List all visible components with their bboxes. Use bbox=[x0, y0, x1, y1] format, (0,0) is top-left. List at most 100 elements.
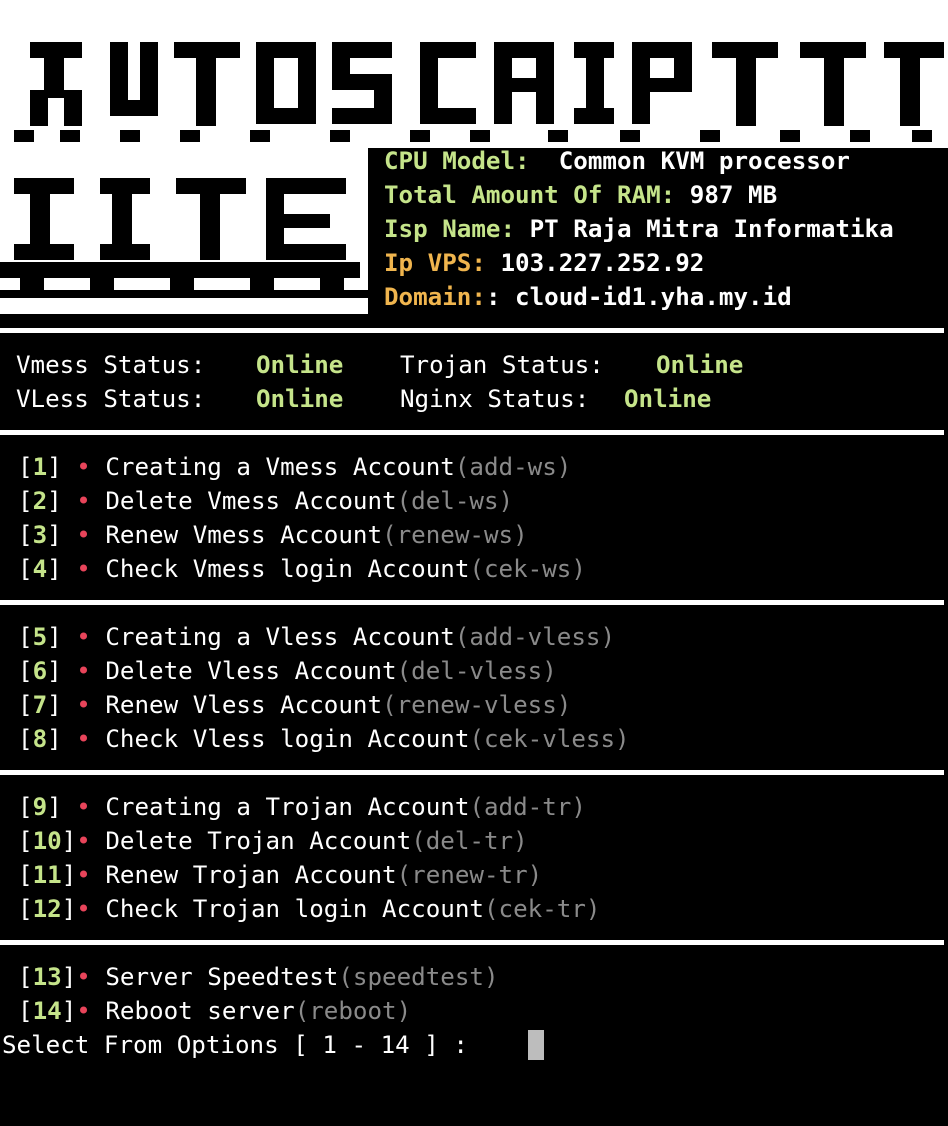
menu-label: Server Speedtest bbox=[105, 963, 339, 991]
cpu-model-row: CPU Model: Common KVM processor bbox=[384, 144, 850, 178]
vless-status-label: VLess Status: bbox=[16, 385, 206, 413]
domain-value: : cloud-id1.yha.my.id bbox=[485, 283, 792, 311]
bullet-icon: • bbox=[76, 895, 91, 923]
menu-item-13[interactable]: [13]• Server Speedtest(speedtest) bbox=[18, 960, 499, 994]
menu-label: Renew Vless Account bbox=[105, 691, 383, 719]
bullet-icon: • bbox=[76, 521, 91, 549]
menu-number: 4 bbox=[32, 555, 48, 583]
menu-command: (add-ws) bbox=[454, 453, 572, 481]
menu-item-10[interactable]: [10]• Delete Trojan Account(del-tr) bbox=[18, 824, 528, 858]
bullet-icon: • bbox=[76, 861, 91, 889]
nginx-status-label: Nginx Status: bbox=[400, 385, 590, 413]
menu-label: Check Vmess login Account bbox=[105, 555, 470, 583]
ram-label: Total Amount Of RAM: bbox=[384, 181, 676, 209]
menu-item-12[interactable]: [12]• Check Trojan login Account(cek-tr) bbox=[18, 892, 601, 926]
select-option-prompt: Select From Options [ 1 - 14 ] : bbox=[2, 1031, 483, 1059]
vmess-status-value: Online bbox=[256, 351, 344, 379]
menu-command: (add-tr) bbox=[469, 793, 586, 821]
menu-label: Check Trojan login Account bbox=[105, 895, 484, 923]
menu-item-9[interactable]: [9] • Creating a Trojan Account(add-tr) bbox=[18, 790, 586, 824]
menu-item-11[interactable]: [11]• Renew Trojan Account(renew-tr) bbox=[18, 858, 542, 892]
bullet-icon: • bbox=[76, 827, 91, 855]
menu-label: Renew Trojan Account bbox=[105, 861, 397, 889]
menu-command: (speedtest) bbox=[338, 963, 499, 991]
trojan-status-label: Trojan Status: bbox=[400, 351, 604, 379]
menu-number: 5 bbox=[32, 623, 48, 651]
menu-number: 8 bbox=[32, 725, 48, 753]
menu-number: 13 bbox=[32, 963, 62, 991]
ram-value: 987 MB bbox=[675, 181, 778, 209]
menu-command: (del-ws) bbox=[396, 487, 514, 515]
menu-command: (cek-ws) bbox=[469, 555, 586, 583]
menu-number: 7 bbox=[32, 691, 48, 719]
menu-item-4[interactable]: [4] • Check Vmess login Account(cek-ws) bbox=[18, 552, 586, 586]
menu-item-7[interactable]: [7] • Renew Vless Account(renew-vless) bbox=[18, 688, 571, 722]
vmess-status-label: Vmess Status: bbox=[16, 351, 206, 379]
menu-command: (cek-vless) bbox=[469, 725, 630, 753]
menu-number: 9 bbox=[32, 793, 48, 821]
vless-status-value: Online bbox=[256, 385, 344, 413]
bullet-icon: • bbox=[76, 623, 91, 651]
bullet-icon: • bbox=[76, 691, 91, 719]
domain-label: Domain: bbox=[384, 283, 486, 311]
divider bbox=[0, 940, 944, 945]
menu-label: Delete Trojan Account bbox=[105, 827, 412, 855]
menu-command: (cek-tr) bbox=[484, 895, 601, 923]
bullet-icon: • bbox=[76, 963, 91, 991]
menu-number: 2 bbox=[32, 487, 48, 515]
menu-item-1[interactable]: [1] • Creating a Vmess Account(add-ws) bbox=[18, 450, 571, 484]
menu-command: (renew-ws) bbox=[382, 521, 528, 549]
menu-command: (del-tr) bbox=[411, 827, 528, 855]
bullet-icon: • bbox=[76, 453, 91, 481]
menu-item-14[interactable]: [14]• Reboot server(reboot) bbox=[18, 994, 411, 1028]
menu-command: (renew-tr) bbox=[396, 861, 543, 889]
trojan-status-value: Online bbox=[656, 351, 744, 379]
menu-item-2[interactable]: [2] • Delete Vmess Account(del-ws) bbox=[18, 484, 513, 518]
menu-number: 12 bbox=[32, 895, 62, 923]
menu-number: 11 bbox=[32, 861, 62, 889]
divider bbox=[0, 770, 944, 775]
ip-row: Ip VPS: 103.227.252.92 bbox=[384, 246, 704, 280]
menu-label: Creating a Trojan Account bbox=[105, 793, 470, 821]
bullet-icon: • bbox=[76, 997, 91, 1025]
menu-number: 14 bbox=[32, 997, 62, 1025]
menu-number: 3 bbox=[32, 521, 48, 549]
cpu-model-label: CPU Model: bbox=[384, 147, 545, 175]
isp-label: Isp Name: bbox=[384, 215, 516, 243]
ram-row: Total Amount Of RAM: 987 MB bbox=[384, 178, 777, 212]
menu-label: Delete Vless Account bbox=[105, 657, 397, 685]
menu-label: Creating a Vless Account bbox=[105, 623, 455, 651]
menu-label: Reboot server bbox=[105, 997, 295, 1025]
terminal-cursor[interactable] bbox=[528, 1030, 544, 1060]
menu-command: (renew-vless) bbox=[382, 691, 572, 719]
bullet-icon: • bbox=[76, 657, 91, 685]
menu-label: Check Vless login Account bbox=[105, 725, 470, 753]
menu-label: Renew Vmess Account bbox=[105, 521, 383, 549]
ip-label: Ip VPS: bbox=[384, 249, 486, 277]
nginx-status-value: Online bbox=[624, 385, 712, 413]
menu-item-8[interactable]: [8] • Check Vless login Account(cek-vles… bbox=[18, 722, 630, 756]
isp-row: Isp Name: PT Raja Mitra Informatika bbox=[384, 212, 894, 246]
ip-value: 103.227.252.92 bbox=[485, 249, 705, 277]
menu-label: Delete Vmess Account bbox=[105, 487, 397, 515]
domain-row: Domain:: cloud-id1.yha.my.id bbox=[384, 280, 792, 314]
menu-number: 1 bbox=[32, 453, 48, 481]
menu-item-3[interactable]: [3] • Renew Vmess Account(renew-ws) bbox=[18, 518, 528, 552]
menu-number: 6 bbox=[32, 657, 48, 685]
divider bbox=[0, 430, 944, 435]
bullet-icon: • bbox=[76, 793, 91, 821]
menu-command: (add-vless) bbox=[454, 623, 616, 651]
menu-command: (del-vless) bbox=[396, 657, 557, 685]
menu-item-6[interactable]: [6] • Delete Vless Account(del-vless) bbox=[18, 654, 557, 688]
bullet-icon: • bbox=[76, 725, 91, 753]
menu-item-5[interactable]: [5] • Creating a Vless Account(add-vless… bbox=[18, 620, 615, 654]
bullet-icon: • bbox=[76, 487, 91, 515]
divider bbox=[0, 328, 944, 333]
isp-value: PT Raja Mitra Informatika bbox=[515, 215, 894, 243]
menu-label: Creating a Vmess Account bbox=[105, 453, 455, 481]
menu-command: (reboot) bbox=[294, 997, 412, 1025]
cpu-model-value: Common KVM processor bbox=[544, 147, 850, 175]
bullet-icon: • bbox=[76, 555, 91, 583]
menu-number: 10 bbox=[32, 827, 62, 855]
divider bbox=[0, 600, 944, 605]
